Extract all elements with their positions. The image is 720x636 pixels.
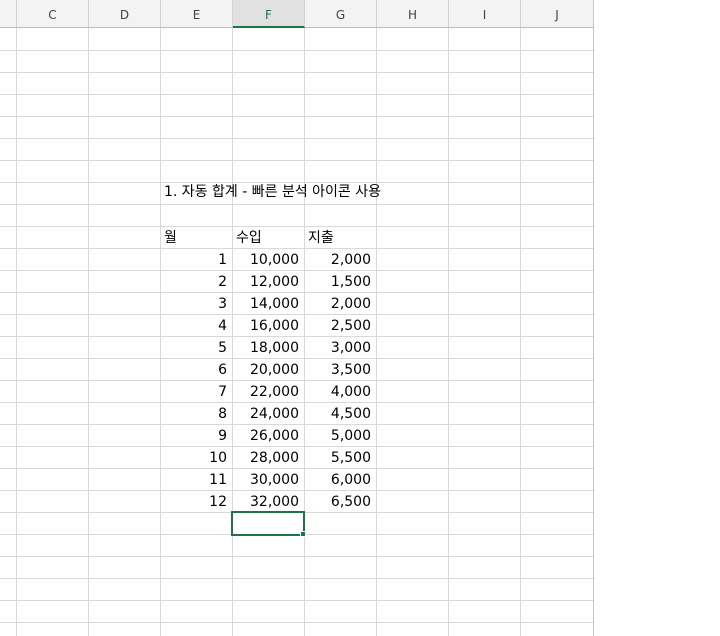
gridline bbox=[0, 600, 594, 601]
header-expense-cell[interactable]: 지출 bbox=[305, 227, 376, 249]
fill-handle[interactable] bbox=[300, 531, 306, 537]
month-cell[interactable]: 9 bbox=[161, 425, 232, 447]
column-header-f[interactable]: F bbox=[233, 0, 305, 28]
income-cell[interactable]: 28,000 bbox=[233, 447, 304, 469]
month-cell[interactable]: 8 bbox=[161, 403, 232, 425]
column-header-h[interactable]: H bbox=[377, 0, 449, 27]
column-header-row: C D E F G H I J bbox=[0, 0, 594, 28]
spreadsheet-grid[interactable]: C D E F G H I J 1. 자동 합계 - 빠른 분석 아이콘 사용 … bbox=[0, 0, 594, 636]
active-cell-selection[interactable] bbox=[231, 511, 305, 536]
sheet-right-edge bbox=[593, 0, 594, 636]
header-month-cell[interactable]: 월 bbox=[161, 227, 232, 249]
expense-cell[interactable]: 4,500 bbox=[305, 403, 376, 425]
income-cell[interactable]: 30,000 bbox=[233, 469, 304, 491]
month-cell[interactable]: 2 bbox=[161, 271, 232, 293]
column-header-g[interactable]: G bbox=[305, 0, 377, 27]
month-cell[interactable]: 5 bbox=[161, 337, 232, 359]
month-cell[interactable]: 12 bbox=[161, 491, 232, 513]
gridline bbox=[376, 28, 377, 636]
gridline bbox=[0, 204, 594, 205]
column-header-c[interactable]: C bbox=[17, 0, 89, 27]
expense-cell[interactable]: 5,500 bbox=[305, 447, 376, 469]
expense-cell[interactable]: 2,000 bbox=[305, 249, 376, 271]
income-cell[interactable]: 22,000 bbox=[233, 381, 304, 403]
expense-cell[interactable]: 5,000 bbox=[305, 425, 376, 447]
month-cell[interactable]: 4 bbox=[161, 315, 232, 337]
expense-cell[interactable]: 3,500 bbox=[305, 359, 376, 381]
month-cell[interactable]: 10 bbox=[161, 447, 232, 469]
column-header-d[interactable]: D bbox=[89, 0, 161, 27]
income-cell[interactable]: 32,000 bbox=[233, 491, 304, 513]
gridline bbox=[0, 94, 594, 95]
month-cell[interactable]: 7 bbox=[161, 381, 232, 403]
gridline bbox=[0, 138, 594, 139]
gridline bbox=[88, 28, 89, 636]
gridline bbox=[0, 622, 594, 623]
expense-cell[interactable]: 4,000 bbox=[305, 381, 376, 403]
column-header-i[interactable]: I bbox=[449, 0, 521, 27]
column-header-j[interactable]: J bbox=[521, 0, 594, 27]
month-cell[interactable]: 6 bbox=[161, 359, 232, 381]
gridline bbox=[0, 116, 594, 117]
gridline bbox=[0, 556, 594, 557]
income-cell[interactable]: 20,000 bbox=[233, 359, 304, 381]
expense-cell[interactable]: 2,500 bbox=[305, 315, 376, 337]
income-cell[interactable]: 14,000 bbox=[233, 293, 304, 315]
gridline bbox=[520, 28, 521, 636]
month-cell[interactable]: 3 bbox=[161, 293, 232, 315]
gridline bbox=[0, 50, 594, 51]
income-cell[interactable]: 24,000 bbox=[233, 403, 304, 425]
income-cell[interactable]: 18,000 bbox=[233, 337, 304, 359]
expense-cell[interactable]: 3,000 bbox=[305, 337, 376, 359]
income-cell[interactable]: 26,000 bbox=[233, 425, 304, 447]
income-cell[interactable]: 16,000 bbox=[233, 315, 304, 337]
gridline bbox=[0, 160, 594, 161]
income-cell[interactable]: 12,000 bbox=[233, 271, 304, 293]
gridline bbox=[448, 28, 449, 636]
expense-cell[interactable]: 1,500 bbox=[305, 271, 376, 293]
expense-cell[interactable]: 6,500 bbox=[305, 491, 376, 513]
expense-cell[interactable]: 2,000 bbox=[305, 293, 376, 315]
gridline bbox=[0, 72, 594, 73]
header-income-cell[interactable]: 수입 bbox=[233, 227, 304, 249]
expense-cell[interactable]: 6,000 bbox=[305, 469, 376, 491]
sheet-title-cell[interactable]: 1. 자동 합계 - 빠른 분석 아이콘 사용 bbox=[161, 181, 381, 203]
gridline bbox=[0, 578, 594, 579]
gridline bbox=[16, 28, 17, 636]
column-header-e[interactable]: E bbox=[161, 0, 233, 27]
income-cell[interactable]: 10,000 bbox=[233, 249, 304, 271]
month-cell[interactable]: 1 bbox=[161, 249, 232, 271]
row-header-corner[interactable] bbox=[0, 0, 17, 27]
month-cell[interactable]: 11 bbox=[161, 469, 232, 491]
